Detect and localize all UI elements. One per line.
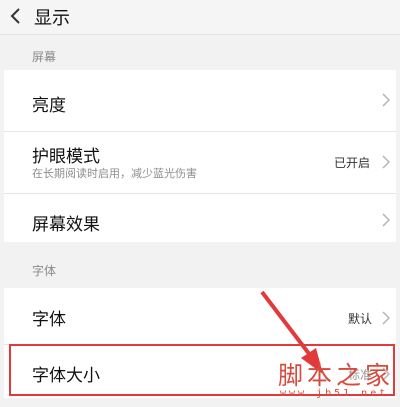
chevron-right-icon [382, 212, 391, 231]
section-label-screen: 屏幕 [32, 50, 57, 64]
setting-row-brightness[interactable]: 亮度 [4, 70, 396, 130]
title-bar: 显示 [0, 0, 400, 35]
chevron-left-icon[interactable] [9, 6, 23, 30]
setting-subtitle: 在长期阅读时启用，减少蓝光伤害 [32, 167, 197, 180]
setting-row-screen-effect[interactable]: 屏幕效果 [4, 194, 396, 242]
chevron-right-icon [382, 154, 391, 173]
chevron-right-icon [382, 310, 391, 329]
watermark-text: 脚本之家 [278, 361, 395, 390]
font-current-value: 默认 [348, 312, 373, 326]
setting-title: 护眼模式 [32, 147, 100, 167]
divider [4, 131, 396, 132]
section-label-font: 字体 [32, 264, 57, 278]
chevron-right-icon [382, 92, 391, 111]
setting-row-font[interactable]: 字体 默认 [4, 288, 396, 344]
page-title: 显示 [34, 8, 70, 29]
setting-title: 字体 [32, 310, 66, 330]
eye-protection-status: 已开启 [334, 156, 371, 170]
setting-title: 屏幕效果 [32, 215, 100, 235]
setting-row-eye-protection[interactable]: 护眼模式 在长期阅读时启用，减少蓝光伤害 已开启 [4, 132, 396, 192]
bottom-strip [0, 398, 400, 407]
setting-title: 亮度 [32, 96, 66, 116]
screen-settings-panel: 亮度 护眼模式 在长期阅读时启用，减少蓝光伤害 已开启 屏幕效果 [4, 70, 396, 242]
divider [4, 193, 396, 194]
